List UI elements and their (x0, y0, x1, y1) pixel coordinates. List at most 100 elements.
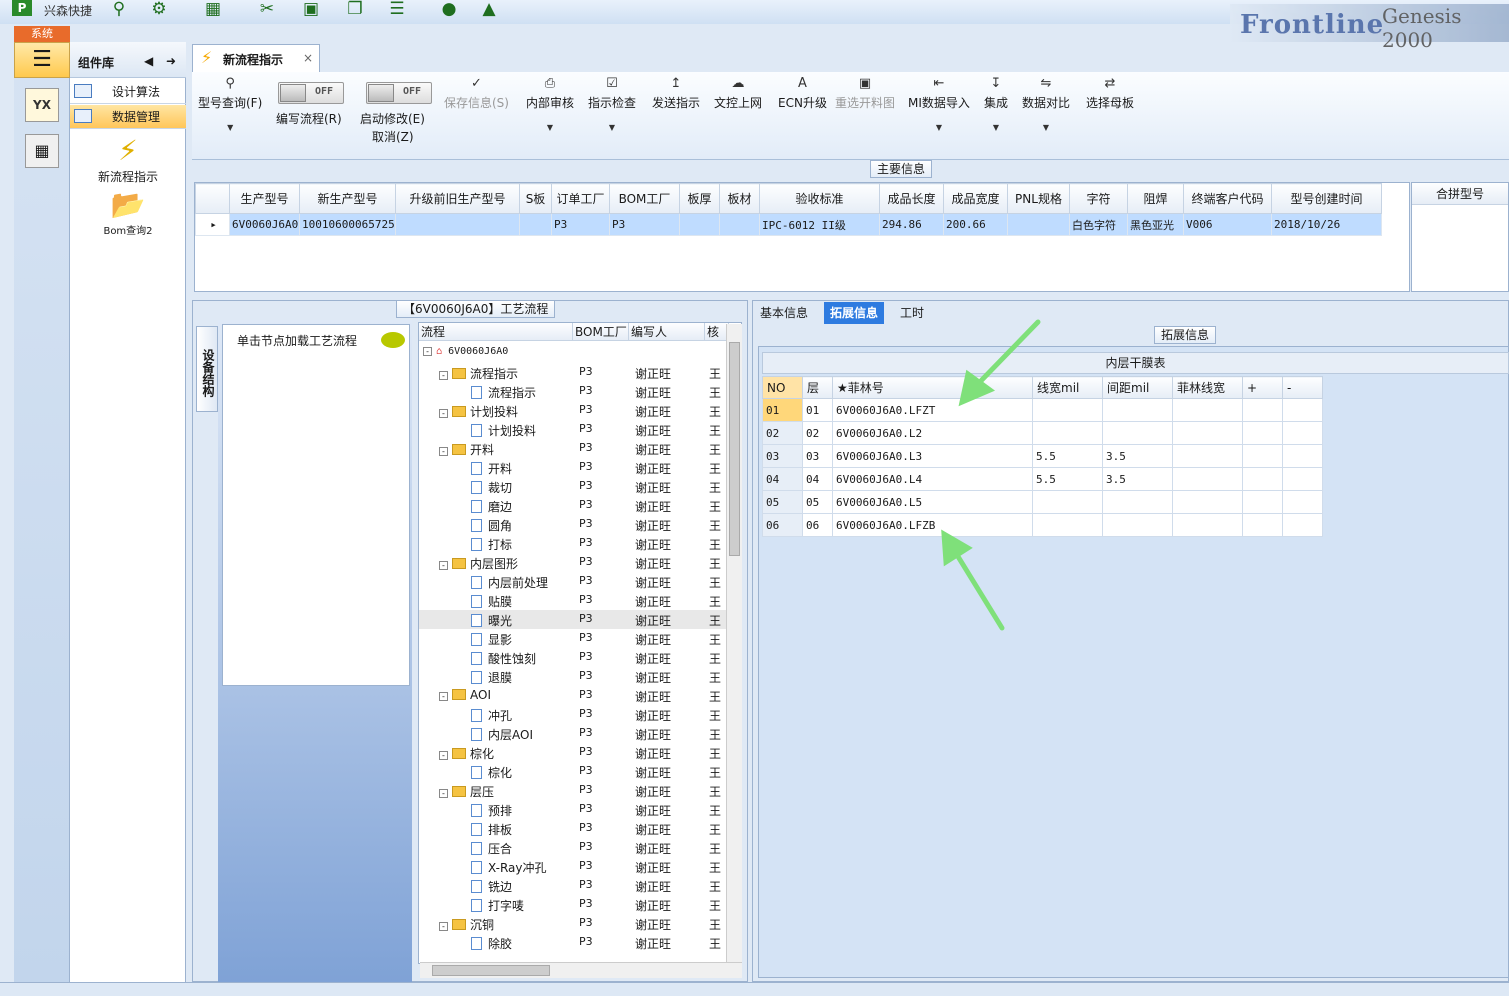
tree-leaf-node[interactable]: 开料 P3 谢正旺 王 (419, 458, 729, 477)
tree-leaf-node[interactable]: 棕化 P3 谢正旺 王 (419, 762, 729, 781)
tree-horizontal-scrollbar[interactable] (420, 962, 742, 978)
tree-leaf-node[interactable]: 打字唛 P3 谢正旺 王 (419, 895, 729, 914)
tree-leaf-node[interactable]: 磨边 P3 谢正旺 王 (419, 496, 729, 515)
tree-leaf-node[interactable]: 预排 P3 谢正旺 王 (419, 800, 729, 819)
calculator-icon[interactable]: ▦ (25, 134, 59, 168)
tree-folder-node[interactable]: - AOI P3 谢正旺 王 (419, 686, 729, 705)
film-cell[interactable] (1242, 421, 1283, 445)
save-icon[interactable]: ▣ (300, 0, 322, 18)
main-info-cell[interactable]: P3 (551, 213, 610, 236)
tree-folder-node[interactable]: - 计划投料 P3 谢正旺 王 (419, 401, 729, 420)
film-cell[interactable]: 05 (802, 490, 833, 514)
film-cell[interactable]: 04 (802, 467, 833, 491)
column-header[interactable]: 板材 (719, 183, 760, 214)
main-info-cell[interactable] (395, 213, 520, 236)
column-header[interactable]: 终端客户代码 (1183, 183, 1272, 214)
collapse-icon[interactable]: - (439, 561, 448, 570)
tree-leaf-node[interactable]: 退膜 P3 谢正旺 王 (419, 667, 729, 686)
main-info-cell[interactable]: IPC-6012 II级 (759, 213, 880, 236)
collapse-icon[interactable]: - (439, 409, 448, 418)
tree-leaf-node[interactable]: 计划投料 P3 谢正旺 王 (419, 420, 729, 439)
film-cell[interactable] (1172, 467, 1243, 491)
tab-basic-info[interactable]: 基本信息 (754, 302, 814, 324)
column-header[interactable]: 成品宽度 (943, 183, 1008, 214)
film-cell[interactable] (1282, 421, 1323, 445)
film-cell[interactable]: 03 (762, 444, 803, 468)
film-cell[interactable] (1242, 490, 1283, 514)
film-cell[interactable]: 3.5 (1102, 467, 1173, 491)
tree-vertical-scrollbar[interactable] (726, 324, 742, 962)
column-header-bom-factory[interactable]: BOM工厂 (573, 323, 629, 341)
tab-new-flow[interactable]: ⚡ 新流程指示 × (192, 44, 320, 72)
main-info-cell[interactable]: 200.66 (943, 213, 1008, 236)
main-info-cell[interactable]: 白色字符 (1069, 213, 1128, 236)
data-compare-button[interactable]: ⇋ 数据对比 ▼ (1022, 76, 1070, 132)
film-cell[interactable]: 01 (762, 398, 803, 422)
column-header[interactable]: - (1282, 376, 1323, 399)
column-header-flow[interactable]: 流程 (419, 323, 573, 341)
pin-icon[interactable]: ➜ (166, 54, 176, 68)
film-cell[interactable]: 05 (762, 490, 803, 514)
tree-leaf-node[interactable]: 流程指示 P3 谢正旺 王 (419, 382, 729, 401)
select-mother-board-button[interactable]: ⇄ 选择母板 (1086, 76, 1134, 111)
tree-leaf-node[interactable]: 显影 P3 谢正旺 王 (419, 629, 729, 648)
column-header[interactable]: BOM工厂 (609, 183, 680, 214)
collapse-icon[interactable]: - (439, 447, 448, 456)
model-query-button[interactable]: ⚲ 型号查询(F) ▼ (198, 76, 262, 132)
tool-bom-query[interactable]: 📂 Bom查询2 (70, 188, 186, 237)
factory-icon[interactable]: YX (25, 88, 59, 122)
column-header[interactable]: 生产型号 (229, 183, 300, 214)
tree-leaf-node[interactable]: 曝光 P3 谢正旺 王 (419, 610, 729, 629)
film-cell[interactable] (1102, 421, 1173, 445)
film-cell[interactable] (1242, 467, 1283, 491)
column-header-writer[interactable]: 编写人 (629, 323, 705, 341)
column-header[interactable]: PNL规格 (1007, 183, 1070, 214)
film-cell[interactable]: 01 (802, 398, 833, 422)
send-instruction-button[interactable]: ↥ 发送指示 (652, 76, 700, 111)
dropdown-arrow-icon[interactable]: ▼ (588, 123, 636, 132)
nav-item-data-management[interactable]: 数据管理 (70, 105, 186, 129)
main-info-cell[interactable]: 294.86 (879, 213, 944, 236)
ecn-upgrade-button[interactable]: A ECN升级 (778, 76, 827, 111)
tree-leaf-node[interactable]: 打标 P3 谢正旺 王 (419, 534, 729, 553)
reselect-drawing-button[interactable]: ▣ 重选开料图 (835, 76, 895, 111)
main-info-cell[interactable] (519, 213, 552, 236)
film-cell[interactable]: 06 (762, 513, 803, 537)
main-info-cell[interactable]: V006 (1183, 213, 1272, 236)
close-icon[interactable]: × (303, 51, 313, 65)
collapse-icon[interactable]: - (439, 922, 448, 931)
tree-folder-node[interactable]: - 开料 P3 谢正旺 王 (419, 439, 729, 458)
tree-leaf-node[interactable]: 压合 P3 谢正旺 王 (419, 838, 729, 857)
column-header[interactable]: S板 (519, 183, 552, 214)
column-header[interactable]: 阻焊 (1127, 183, 1184, 214)
tree-leaf-node[interactable]: 圆角 P3 谢正旺 王 (419, 515, 729, 534)
main-info-cell[interactable]: 10010600065725 (299, 213, 396, 236)
tree-leaf-node[interactable]: 排板 P3 谢正旺 王 (419, 819, 729, 838)
tree-leaf-node[interactable]: 铣边 P3 谢正旺 王 (419, 876, 729, 895)
instruction-check-button[interactable]: ☑ 指示检查 ▼ (588, 76, 636, 132)
film-cell[interactable]: 06 (802, 513, 833, 537)
tool-new-flow[interactable]: ⚡ 新流程指示 (70, 134, 186, 185)
write-flow-button[interactable]: 编写流程(R) (276, 110, 342, 127)
dropdown-arrow-icon[interactable]: ▼ (198, 123, 262, 132)
nav-item-design-algorithm[interactable]: 设计算法 (70, 80, 186, 104)
user-icon[interactable]: ● (438, 0, 460, 18)
collapse-icon[interactable]: - (439, 692, 448, 701)
film-cell[interactable] (1282, 513, 1323, 537)
column-header[interactable]: 验收标准 (759, 183, 880, 214)
tab-work-hours[interactable]: 工时 (894, 302, 930, 324)
tree-leaf-node[interactable]: 除胶 P3 谢正旺 王 (419, 933, 729, 952)
film-cell[interactable]: 02 (762, 421, 803, 445)
film-cell[interactable] (1172, 444, 1243, 468)
dropdown-arrow-icon[interactable]: ▼ (1022, 123, 1070, 132)
film-cell[interactable] (1102, 513, 1173, 537)
collapse-icon[interactable]: - (439, 751, 448, 760)
system-button[interactable]: 系统 (14, 26, 70, 42)
tree-folder-node[interactable]: - 层压 P3 谢正旺 王 (419, 781, 729, 800)
save-info-button[interactable]: ✓ 保存信息(S) (444, 76, 509, 111)
search-icon[interactable]: ⚲ (108, 0, 130, 18)
copy-icon[interactable]: ❐ (344, 0, 366, 18)
collapse-icon[interactable]: - (423, 347, 432, 356)
film-cell[interactable] (1282, 490, 1323, 514)
tree-leaf-node[interactable]: 内层AOI P3 谢正旺 王 (419, 724, 729, 743)
